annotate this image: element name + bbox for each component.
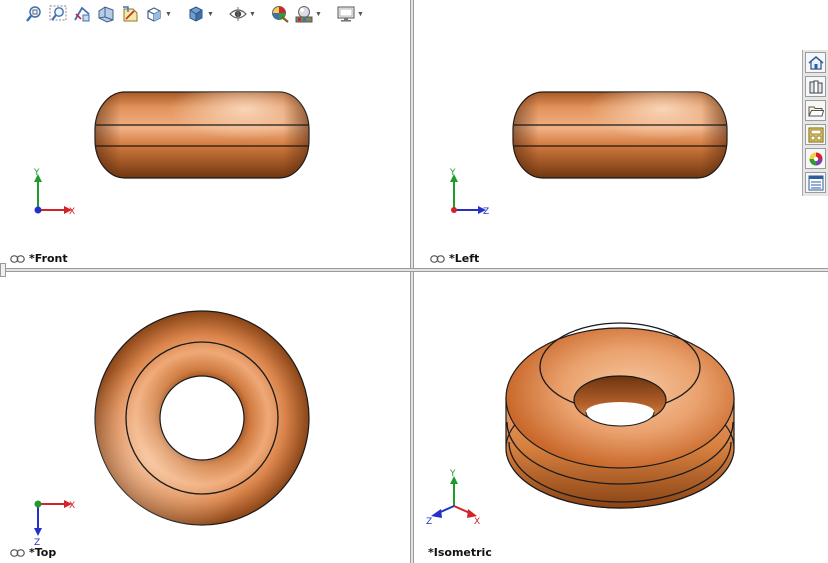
home-icon xyxy=(807,55,824,70)
zoom-to-fit-icon xyxy=(26,6,41,22)
appearances-scenes-icon xyxy=(809,152,822,165)
iso-axis-z-label: Z xyxy=(426,517,432,527)
left-triad: Y Z xyxy=(449,168,489,217)
view-settings-button[interactable] xyxy=(336,4,356,24)
left-view-label: *Left xyxy=(430,252,479,265)
top-viewport[interactable]: X Z *Top xyxy=(0,272,410,563)
design-library-icon xyxy=(809,80,822,93)
edit-appearance-button[interactable] xyxy=(270,4,290,24)
apply-scene-icon xyxy=(295,6,313,23)
vertical-viewport-splitter[interactable] xyxy=(410,0,414,563)
view-orientation-button[interactable] xyxy=(144,4,164,24)
iso-axis-y-label: Y xyxy=(449,469,456,479)
display-style-dropdown-caret[interactable]: ▼ xyxy=(207,11,214,18)
front-triad: Y X xyxy=(33,168,75,217)
file-explorer-icon xyxy=(807,106,824,116)
view-settings-icon xyxy=(337,6,355,22)
left-view-name: *Left xyxy=(449,252,480,265)
view-orientation-icon xyxy=(147,7,161,22)
left-axis-y-label: Y xyxy=(449,168,456,178)
front-viewport[interactable]: Y X *Front ▼ ▼ ▼ ▼ ▼ xyxy=(0,0,410,268)
iso-axis-x-label: X xyxy=(474,517,480,527)
zoom-to-area-icon xyxy=(49,5,67,21)
isometric-triad: Y X Z xyxy=(426,469,480,527)
dynamic-annotation-views-icon xyxy=(123,6,138,22)
left-viewport[interactable]: Y Z *Left xyxy=(414,0,828,268)
task-pane-tabs xyxy=(802,50,828,196)
top-view-label: *Top xyxy=(10,546,56,559)
isometric-view-label: *Isometric xyxy=(428,546,492,559)
hide-show-items-button[interactable] xyxy=(228,4,248,24)
display-style-button[interactable] xyxy=(186,4,206,24)
left-axis-z-label: Z xyxy=(483,207,489,217)
apply-scene-button[interactable] xyxy=(294,4,314,24)
isometric-view-name: *Isometric xyxy=(428,546,492,559)
front-view-name: *Front xyxy=(29,252,68,265)
hide-show-dropdown-caret[interactable]: ▼ xyxy=(249,11,256,18)
apply-scene-dropdown-caret[interactable]: ▼ xyxy=(315,11,322,18)
edit-appearance-icon xyxy=(272,6,289,23)
view-settings-dropdown-caret[interactable]: ▼ xyxy=(357,11,364,18)
zoom-to-area-button[interactable] xyxy=(48,4,68,24)
section-view-icon xyxy=(98,6,114,23)
front-axis-x-label: X xyxy=(69,207,75,217)
hide-show-items-icon xyxy=(229,7,247,21)
heads-up-view-toolbar: ▼ ▼ ▼ ▼ ▼ xyxy=(24,2,364,26)
task-pane-home-tab[interactable] xyxy=(805,52,826,73)
link-view-icon xyxy=(10,548,25,557)
dynamic-annotation-views-button[interactable] xyxy=(120,4,140,24)
custom-properties-icon xyxy=(808,175,823,190)
front-view-label: *Front xyxy=(10,252,68,265)
splitter-handle[interactable] xyxy=(0,263,6,277)
left-view-model[interactable] xyxy=(414,0,828,268)
task-pane-file-explorer-tab[interactable] xyxy=(805,100,826,121)
task-pane-view-palette-tab[interactable] xyxy=(805,124,826,145)
previous-view-icon xyxy=(74,6,90,22)
front-axis-y-label: Y xyxy=(33,168,40,178)
zoom-to-fit-button[interactable] xyxy=(24,4,44,24)
top-axis-x-label: X xyxy=(69,501,75,511)
section-view-button[interactable] xyxy=(96,4,116,24)
top-view-name: *Top xyxy=(29,546,57,559)
task-pane-appearances-tab[interactable] xyxy=(805,148,826,169)
view-palette-icon xyxy=(808,127,823,142)
isometric-viewport[interactable]: Y X Z *Isometric xyxy=(414,272,828,563)
link-view-icon xyxy=(430,254,445,263)
previous-view-button[interactable] xyxy=(72,4,92,24)
task-pane-design-library-tab[interactable] xyxy=(805,76,826,97)
front-view-model[interactable] xyxy=(0,0,410,268)
view-orientation-dropdown-caret[interactable]: ▼ xyxy=(165,11,172,18)
task-pane-custom-properties-tab[interactable] xyxy=(805,172,826,193)
link-view-icon xyxy=(10,254,25,263)
horizontal-viewport-splitter[interactable] xyxy=(0,268,828,272)
display-style-icon xyxy=(189,6,203,22)
